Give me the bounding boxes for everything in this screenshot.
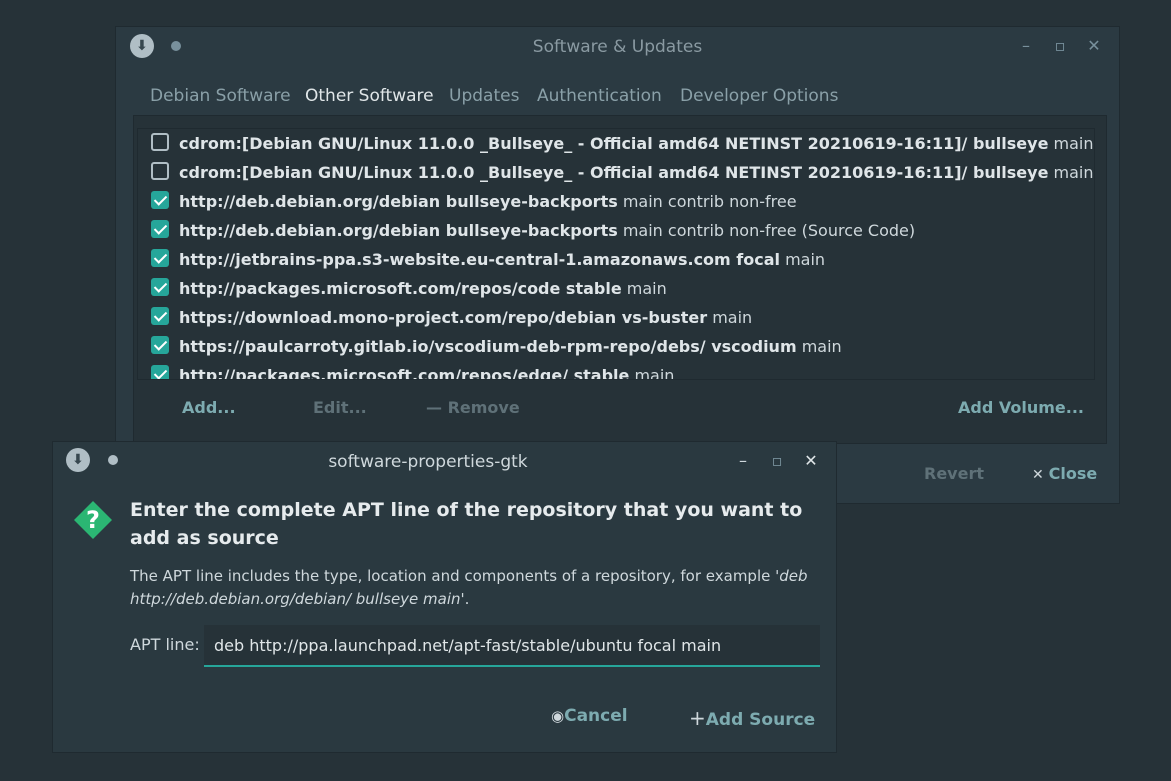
source-components: main bbox=[621, 279, 667, 298]
add-volume-button[interactable]: Add Volume... bbox=[958, 398, 1084, 417]
tab-developer-options[interactable]: Developer Options bbox=[668, 82, 850, 115]
apt-line-input[interactable] bbox=[204, 625, 820, 667]
list-item[interactable]: http://deb.debian.org/debian bullseye-ba… bbox=[138, 187, 1094, 216]
list-item[interactable]: http://deb.debian.org/debian bullseye-ba… bbox=[138, 216, 1094, 245]
source-components: main bbox=[707, 308, 753, 327]
list-item[interactable]: http://jetbrains-ppa.s3-website.eu-centr… bbox=[138, 245, 1094, 274]
add-button[interactable]: Add... bbox=[182, 398, 236, 417]
source-checkbox[interactable] bbox=[151, 278, 169, 296]
source-checkbox[interactable] bbox=[151, 249, 169, 267]
close-window-icon[interactable]: ✕ bbox=[801, 453, 821, 469]
tab-updates[interactable]: Updates bbox=[437, 82, 531, 115]
source-uri: https://download.mono-project.com/repo/d… bbox=[179, 308, 708, 327]
source-uri: http://jetbrains-ppa.s3-website.eu-centr… bbox=[179, 250, 780, 269]
remove-button[interactable]: — Remove bbox=[426, 398, 520, 417]
source-uri: https://paulcarroty.gitlab.io/vscodium-d… bbox=[179, 337, 797, 356]
tab-other-software[interactable]: Other Software bbox=[293, 82, 446, 117]
revert-button[interactable]: Revert bbox=[924, 464, 984, 483]
other-software-panel: cdrom:[Debian GNU/Linux 11.0.0 _Bullseye… bbox=[133, 115, 1107, 444]
close-label: Close bbox=[1048, 464, 1098, 483]
cancel-label: Cancel bbox=[564, 706, 628, 726]
plus-icon: + bbox=[689, 706, 706, 730]
apt-line-label: APT line: bbox=[130, 635, 200, 654]
remove-label: Remove bbox=[447, 398, 520, 417]
source-checkbox[interactable] bbox=[151, 365, 169, 379]
desc-suffix: '. bbox=[460, 590, 470, 608]
source-components: main bbox=[796, 337, 842, 356]
cancel-icon: ◉ bbox=[551, 707, 565, 725]
list-item[interactable]: https://download.mono-project.com/repo/d… bbox=[138, 303, 1094, 332]
source-components: main bbox=[780, 250, 826, 269]
source-checkbox[interactable] bbox=[151, 336, 169, 354]
minimize-icon[interactable]: – bbox=[733, 453, 753, 469]
main-titlebar[interactable]: ⬇ Software & Updates – ▫ ✕ bbox=[116, 27, 1119, 65]
source-uri: cdrom:[Debian GNU/Linux 11.0.0 _Bullseye… bbox=[179, 163, 1049, 182]
dialog-titlebar[interactable]: ⬇ software-properties-gtk – ▫ ✕ bbox=[53, 442, 836, 480]
source-checkbox[interactable] bbox=[151, 162, 169, 180]
dialog-heading: Enter the complete APT line of the repos… bbox=[130, 499, 803, 549]
minimize-icon[interactable]: – bbox=[1016, 38, 1036, 54]
source-uri: http://packages.microsoft.com/repos/code… bbox=[179, 279, 622, 298]
dialog-description: The APT line includes the type, location… bbox=[130, 565, 825, 611]
source-components: main bbox=[1048, 163, 1094, 182]
svg-text:?: ? bbox=[86, 506, 100, 534]
source-uri: cdrom:[Debian GNU/Linux 11.0.0 _Bullseye… bbox=[179, 134, 1049, 153]
source-components: main bbox=[629, 366, 675, 380]
maximize-icon[interactable]: ▫ bbox=[1050, 38, 1070, 54]
list-item[interactable]: http://packages.microsoft.com/repos/edge… bbox=[138, 361, 1094, 380]
dialog-title: software-properties-gtk bbox=[328, 452, 528, 472]
source-uri: http://packages.microsoft.com/repos/edge… bbox=[179, 366, 630, 380]
add-source-button[interactable]: +Add Source bbox=[689, 706, 815, 730]
source-uri: http://deb.debian.org/debian bullseye-ba… bbox=[179, 192, 618, 211]
list-item[interactable]: http://packages.microsoft.com/repos/code… bbox=[138, 274, 1094, 303]
close-button[interactable]: ✕ Close bbox=[1032, 464, 1097, 483]
add-source-label: Add Source bbox=[705, 710, 816, 730]
window-title: Software & Updates bbox=[532, 37, 703, 57]
source-components: main contrib non-free (Source Code) bbox=[617, 221, 916, 240]
source-checkbox[interactable] bbox=[151, 191, 169, 209]
software-updates-window: ⬇ Software & Updates – ▫ ✕ Debian Softwa… bbox=[115, 26, 1120, 504]
source-components: main bbox=[1048, 134, 1094, 153]
maximize-icon[interactable]: ▫ bbox=[767, 453, 787, 469]
source-checkbox[interactable] bbox=[151, 307, 169, 325]
list-item[interactable]: https://paulcarroty.gitlab.io/vscodium-d… bbox=[138, 332, 1094, 361]
edit-button[interactable]: Edit... bbox=[313, 398, 367, 417]
add-source-dialog: ⬇ software-properties-gtk – ▫ ✕ ? Enter … bbox=[52, 441, 837, 753]
list-item[interactable]: cdrom:[Debian GNU/Linux 11.0.0 _Bullseye… bbox=[138, 129, 1094, 158]
list-item[interactable]: cdrom:[Debian GNU/Linux 11.0.0 _Bullseye… bbox=[138, 158, 1094, 187]
source-components: main contrib non-free bbox=[617, 192, 797, 211]
source-checkbox[interactable] bbox=[151, 133, 169, 151]
sources-list[interactable]: cdrom:[Debian GNU/Linux 11.0.0 _Bullseye… bbox=[137, 128, 1095, 380]
desc-prefix: The APT line includes the type, location… bbox=[130, 567, 780, 585]
close-window-icon[interactable]: ✕ bbox=[1084, 38, 1104, 54]
source-checkbox[interactable] bbox=[151, 220, 169, 238]
tab-debian-software[interactable]: Debian Software bbox=[138, 82, 303, 115]
minus-icon: — bbox=[426, 398, 448, 417]
source-uri: http://deb.debian.org/debian bullseye-ba… bbox=[179, 221, 618, 240]
question-icon: ? bbox=[74, 501, 112, 539]
close-x-icon: ✕ bbox=[1032, 467, 1049, 483]
cancel-button[interactable]: ◉Cancel bbox=[551, 706, 628, 726]
tab-authentication[interactable]: Authentication bbox=[525, 82, 674, 115]
